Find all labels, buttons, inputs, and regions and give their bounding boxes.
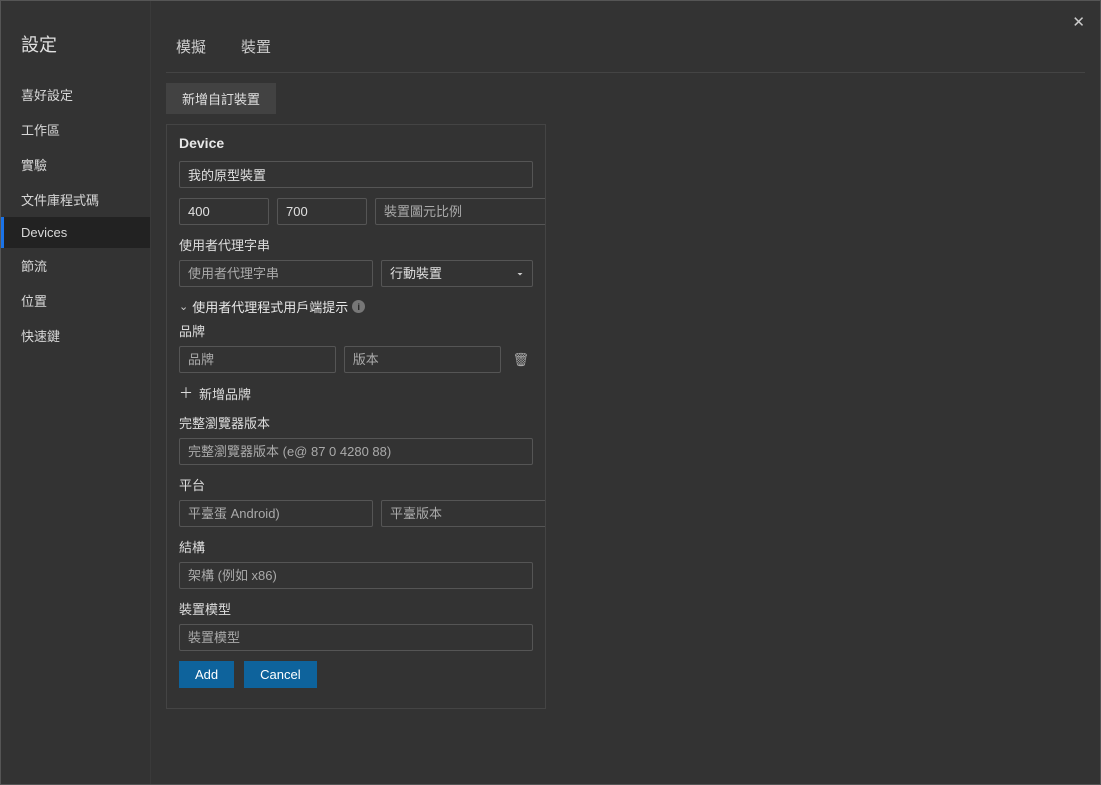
sidebar-item-experiments[interactable]: 實驗 <box>1 147 150 182</box>
device-name-input[interactable] <box>179 161 533 188</box>
sidebar-item-preferences[interactable]: 喜好設定 <box>1 77 150 112</box>
tabs: 模擬 裝置 <box>166 1 1085 73</box>
ua-label: 使用者代理字串 <box>179 235 533 254</box>
form-title: Device <box>179 135 533 151</box>
cancel-button[interactable]: Cancel <box>244 661 316 688</box>
add-custom-device-button[interactable]: 新增自訂裝置 <box>166 83 276 114</box>
sidebar-item-shortcuts[interactable]: 快速鍵 <box>1 318 150 353</box>
plus-icon: ＋ <box>179 383 193 403</box>
main-panel: ✕ 模擬 裝置 新增自訂裝置 Device 使用者代理字串 <box>151 1 1100 784</box>
device-type-select[interactable]: 行動裝置 <box>381 260 533 287</box>
full-browser-version-label: 完整瀏覽器版本 <box>179 413 533 432</box>
device-list: BlackBerry Z30 Blackberry Playbook Galax… <box>167 698 545 709</box>
sidebar-item-workspace[interactable]: 工作區 <box>1 112 150 147</box>
chevron-down-icon: ⌄ <box>179 300 188 313</box>
brand-input[interactable] <box>179 346 336 373</box>
arch-input[interactable] <box>179 562 533 589</box>
width-input[interactable] <box>179 198 269 225</box>
brand-version-input[interactable] <box>344 346 501 373</box>
trash-icon[interactable]: 🗑 <box>509 352 534 368</box>
dpr-input[interactable] <box>375 198 546 225</box>
tab-device[interactable]: 裝置 <box>231 31 296 67</box>
sidebar: 設定 喜好設定 工作區 實驗 文件庫程式碼 Devices 節流 位置 快速鍵 <box>1 1 151 784</box>
sidebar-item-throttling[interactable]: 節流 <box>1 248 150 283</box>
height-input[interactable] <box>277 198 367 225</box>
close-icon[interactable]: ✕ <box>1072 13 1085 31</box>
model-label: 裝置模型 <box>179 599 533 618</box>
info-icon[interactable]: i <box>352 300 365 313</box>
list-item[interactable]: BlackBerry Z30 <box>179 708 533 709</box>
platform-version-input[interactable] <box>381 500 546 527</box>
client-hints-disclosure[interactable]: ⌄ 使用者代理程式用戶端提示 i <box>179 297 533 316</box>
brand-label: 品牌 <box>179 321 533 340</box>
add-brand-button[interactable]: ＋ 新增品牌 <box>179 383 533 403</box>
sidebar-item-library-code[interactable]: 文件庫程式碼 <box>1 182 150 217</box>
full-browser-version-input[interactable] <box>179 438 533 465</box>
device-form: Device 使用者代理字串 行動裝置 ⌄ <box>167 125 545 698</box>
toolbar: 新增自訂裝置 <box>151 73 1100 124</box>
settings-title: 設定 <box>1 31 150 77</box>
tab-emulation[interactable]: 模擬 <box>166 31 231 67</box>
sidebar-item-locations[interactable]: 位置 <box>1 283 150 318</box>
arch-label: 結構 <box>179 537 533 556</box>
platform-input[interactable] <box>179 500 373 527</box>
model-input[interactable] <box>179 624 533 651</box>
platform-label: 平台 <box>179 475 533 494</box>
add-button[interactable]: Add <box>179 661 234 688</box>
ua-input[interactable] <box>179 260 373 287</box>
client-hints-label: 使用者代理程式用戶端提示 <box>192 297 348 316</box>
device-content[interactable]: Device 使用者代理字串 行動裝置 ⌄ <box>166 124 546 709</box>
sidebar-item-devices[interactable]: Devices <box>1 217 150 248</box>
